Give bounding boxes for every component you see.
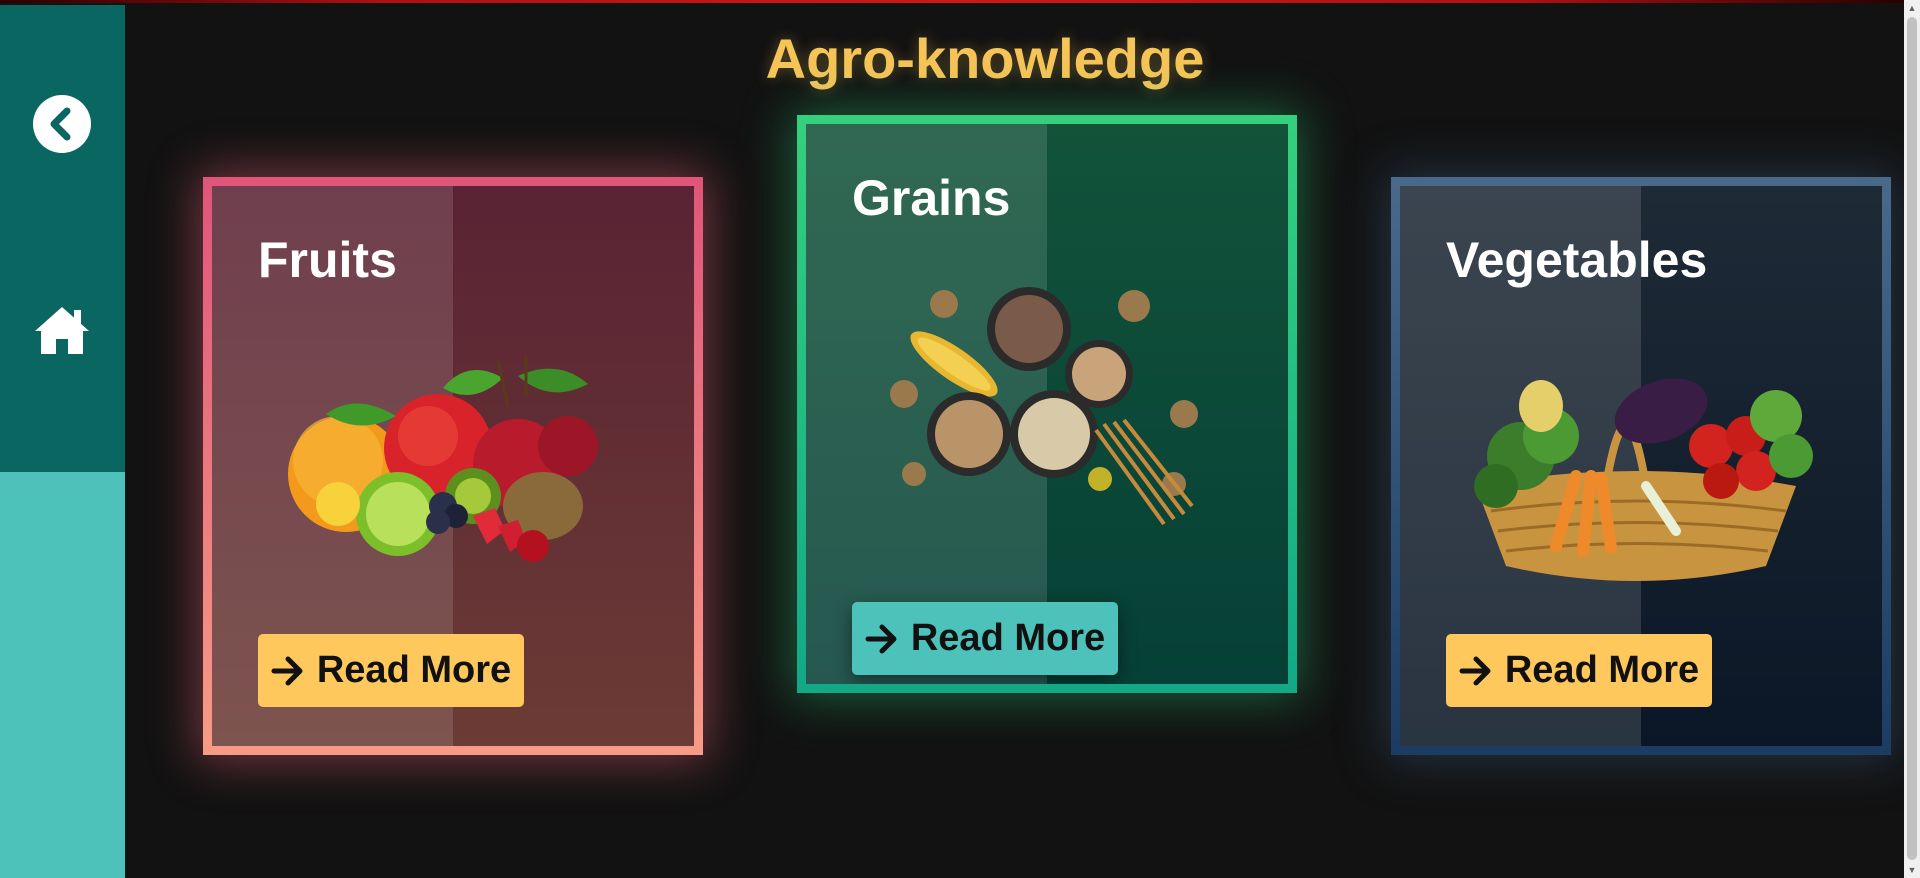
card-title: Grains xyxy=(852,170,1011,226)
fruits-image xyxy=(288,356,598,562)
card-grains: Grains Read More xyxy=(797,115,1297,693)
read-more-label: Read More xyxy=(316,649,512,691)
read-more-button[interactable]: Read More xyxy=(852,602,1118,675)
scroll-up-arrow-icon[interactable]: ▲ xyxy=(1904,0,1920,16)
arrow-right-icon xyxy=(865,624,897,653)
scroll-down-arrow-icon[interactable]: ▼ xyxy=(1904,862,1920,878)
card-title: Vegetables xyxy=(1446,232,1708,288)
home-icon xyxy=(35,307,89,354)
grains-image xyxy=(890,287,1198,526)
read-more-button[interactable]: Read More xyxy=(1446,634,1712,707)
page-title: Agro-knowledge xyxy=(765,27,1205,90)
read-more-label: Read More xyxy=(1504,649,1700,691)
read-more-label: Read More xyxy=(910,617,1106,659)
sidebar-bottom-panel xyxy=(0,472,125,878)
vertical-scrollbar[interactable]: ▲ ▼ xyxy=(1904,0,1920,878)
arrow-right-icon xyxy=(271,656,303,685)
read-more-button[interactable]: Read More xyxy=(258,634,524,707)
chevron-left-circle-icon xyxy=(33,95,91,153)
sidebar xyxy=(0,5,125,878)
scroll-thumb[interactable] xyxy=(1907,17,1917,860)
back-button[interactable] xyxy=(30,92,94,156)
top-accent-line xyxy=(0,0,1904,3)
arrow-right-icon xyxy=(1459,656,1491,685)
vegetables-image xyxy=(1474,378,1813,581)
card-title: Fruits xyxy=(258,232,397,288)
card-vegetables: Vegetables Read More xyxy=(1391,177,1891,755)
sidebar-top-panel xyxy=(0,5,125,472)
card-fruits: Fruits Read More xyxy=(203,177,703,755)
home-button[interactable] xyxy=(30,298,94,362)
